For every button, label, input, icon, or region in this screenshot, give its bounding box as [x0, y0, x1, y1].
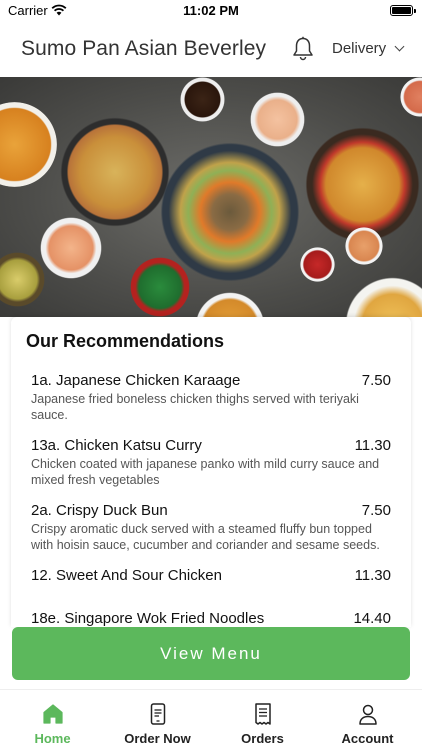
- tab-account[interactable]: Account: [315, 690, 420, 750]
- item-description: Chicken coated with japanese panko with …: [31, 457, 380, 487]
- item-name: 18e. Singapore Wok Fried Noodles: [31, 610, 265, 627]
- tab-order-now[interactable]: Order Now: [105, 690, 210, 750]
- store-name: Sumo Pan Asian Beverley: [21, 37, 267, 60]
- item-name: 1a. Japanese Chicken Karaage: [31, 372, 241, 389]
- item-name: 2a. Crispy Duck Bun: [31, 502, 168, 519]
- phone-order-icon: [150, 703, 165, 725]
- item-name: 13a. Chicken Katsu Curry: [31, 437, 202, 454]
- order-type-label: Delivery: [332, 40, 387, 57]
- bottom-tab-bar: Home Order Now Orders Account: [0, 689, 422, 750]
- recommendation-item[interactable]: 12. Sweet And Sour Chicken 11.30: [31, 567, 391, 584]
- item-description: Crispy aromatic duck served with a steam…: [31, 522, 380, 552]
- item-name: 12. Sweet And Sour Chicken: [31, 567, 222, 584]
- item-price: 11.30: [354, 567, 391, 584]
- status-time: 11:02 PM: [183, 3, 239, 18]
- chevron-down-icon: [394, 41, 405, 52]
- recommendations-card: Our Recommendations 1a. Japanese Chicken…: [11, 317, 411, 627]
- tab-account-label: Account: [341, 731, 394, 746]
- recommendation-item[interactable]: 1a. Japanese Chicken Karaage 7.50 Japane…: [31, 372, 391, 423]
- tab-home-label: Home: [34, 731, 71, 746]
- tab-order-now-label: Order Now: [124, 731, 191, 746]
- item-price: 14.40: [353, 610, 391, 627]
- item-price: 11.30: [354, 437, 391, 454]
- order-type-select[interactable]: Delivery: [332, 40, 405, 57]
- view-menu-button[interactable]: View Menu: [12, 627, 410, 680]
- status-bar: Carrier 11:02 PM: [0, 0, 422, 22]
- item-description: Japanese fried boneless chicken thighs s…: [31, 392, 359, 422]
- bell-icon[interactable]: [292, 36, 314, 62]
- recommendation-item[interactable]: 13a. Chicken Katsu Curry 11.30 Chicken c…: [31, 437, 391, 488]
- recommendation-item[interactable]: 2a. Crispy Duck Bun 7.50 Crispy aromatic…: [31, 502, 391, 553]
- battery-icon: [390, 5, 416, 16]
- tab-orders-label: Orders: [241, 731, 284, 746]
- person-icon: [358, 704, 377, 725]
- recommendations-title: Our Recommendations: [26, 331, 225, 351]
- recommendation-item[interactable]: 18e. Singapore Wok Fried Noodles 14.40: [31, 610, 391, 627]
- item-price: 7.50: [361, 502, 391, 519]
- recommendations-list: 1a. Japanese Chicken Karaage 7.50 Japane…: [31, 372, 391, 627]
- tab-orders[interactable]: Orders: [210, 690, 315, 750]
- hero-food-image: [0, 77, 422, 317]
- item-price: 7.50: [361, 372, 391, 389]
- tab-home[interactable]: Home: [0, 690, 105, 750]
- receipt-icon: [254, 703, 271, 725]
- app-header: Sumo Pan Asian Beverley Delivery: [0, 22, 422, 77]
- home-icon: [42, 704, 63, 724]
